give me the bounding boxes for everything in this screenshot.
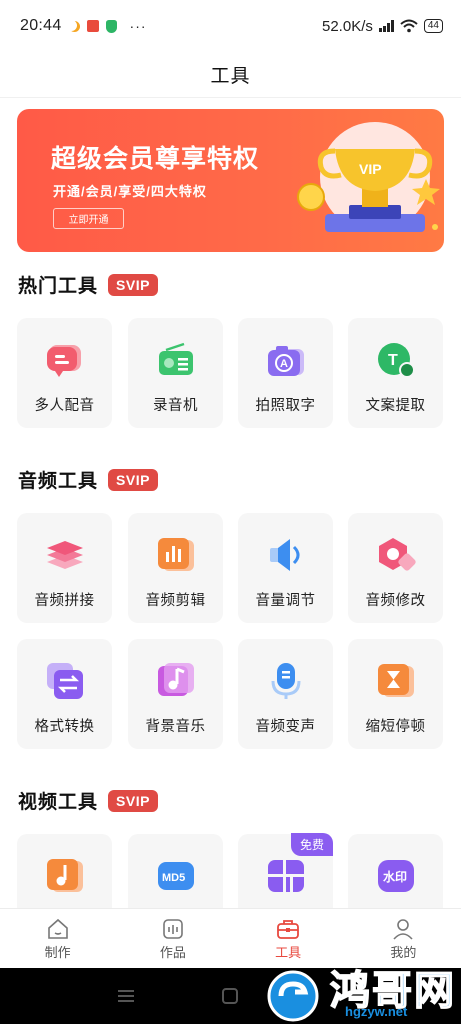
tool-label: 文案提取	[365, 398, 426, 414]
section-title: 音频工具	[18, 471, 99, 492]
tool-shorten-pause[interactable]: 缩短停顿	[348, 639, 443, 749]
section-title: 热门工具	[18, 276, 99, 297]
tool-label: 音量调节	[255, 593, 316, 609]
moon-icon	[69, 21, 80, 32]
microphone-icon	[271, 663, 300, 699]
tool-text-extract[interactable]: T 文案提取	[348, 318, 443, 428]
dubbing-chat-icon	[46, 345, 81, 377]
tool-audio-splice[interactable]: 音频拼接	[17, 513, 112, 623]
open-vip-button[interactable]: 立即开通	[53, 208, 124, 229]
grid-icon	[267, 860, 304, 892]
home-icon	[47, 918, 68, 939]
app-notification-icon	[86, 20, 99, 32]
watermark-icon: 水印	[377, 860, 414, 892]
trophy-icon: VIP	[297, 122, 440, 232]
md5-icon: MD5	[157, 862, 194, 890]
tool-audio-modify[interactable]: 音频修改	[348, 513, 443, 623]
tool-label: 音频剪辑	[145, 593, 206, 609]
battery-icon: 44	[423, 19, 443, 33]
speaker-icon	[269, 539, 299, 571]
tool-label: 音频变声	[255, 719, 316, 735]
status-time: 20:44	[20, 17, 62, 34]
banner-title: 超级会员尊享特权	[51, 145, 260, 173]
tool-recorder[interactable]: 录音机	[128, 318, 223, 428]
audio-tools-header: 音频工具 SVIP	[18, 466, 158, 493]
toolbox-icon	[277, 920, 300, 939]
tool-label: 音频拼接	[34, 593, 95, 609]
audio-bars-icon	[157, 538, 194, 571]
svip-badge: SVIP	[108, 273, 158, 296]
svip-badge: SVIP	[108, 468, 158, 491]
text-extract-icon: T	[377, 343, 415, 378]
tool-background-music[interactable]: 背景音乐	[128, 639, 223, 749]
md5-text: MD5	[162, 872, 185, 884]
radio-recorder-icon	[158, 342, 193, 375]
menu-icon[interactable]	[118, 990, 134, 1002]
network-speed: 52.0K/s	[322, 17, 373, 35]
tool-label: 缩短停顿	[365, 719, 426, 735]
free-badge: 免费	[290, 833, 333, 856]
nav-label: 制作	[44, 945, 71, 960]
status-bar: 20:44 ··· 52.0K/s 44	[0, 0, 461, 52]
svg-text:A: A	[280, 358, 288, 370]
nav-label: 作品	[159, 945, 186, 960]
signal-icon	[378, 20, 394, 32]
tool-voice-change[interactable]: 音频变声	[238, 639, 333, 749]
banner-subtitle: 开通/会员/享受/四大特权	[53, 184, 207, 199]
hexagon-edit-icon	[378, 538, 416, 571]
works-icon	[163, 919, 183, 939]
tool-label: 格式转换	[34, 719, 95, 735]
svg-text:T: T	[388, 352, 398, 369]
camera-text-icon: A	[267, 346, 304, 376]
tool-audio-edit[interactable]: 音频剪辑	[128, 513, 223, 623]
page-title: 工具	[210, 66, 251, 87]
convert-icon	[46, 663, 83, 699]
tool-label: 音频修改	[365, 593, 426, 609]
tool-label: 多人配音	[34, 398, 95, 414]
tool-photo-text[interactable]: A 拍照取字	[238, 318, 333, 428]
layers-icon	[46, 541, 83, 569]
nav-item-works[interactable]: 作品	[115, 909, 230, 968]
nav-label: 工具	[275, 945, 302, 960]
tool-multi-dubbing[interactable]: 多人配音	[17, 318, 112, 428]
watermark-url: hgzyw.net	[345, 1004, 408, 1019]
home-button-icon[interactable]	[222, 988, 238, 1004]
video-tools-header: 视频工具 SVIP	[18, 787, 158, 814]
profile-icon	[393, 919, 413, 940]
tool-label: 录音机	[153, 398, 198, 414]
svip-badge: SVIP	[108, 789, 158, 812]
music-note-icon	[157, 663, 194, 696]
vip-banner[interactable]: 超级会员尊享特权 开通/会员/享受/四大特权 立即开通 VIP	[17, 109, 444, 252]
hourglass-icon	[377, 664, 414, 697]
tool-volume-adjust[interactable]: 音量调节	[238, 513, 333, 623]
video-music-icon	[46, 859, 83, 892]
shield-icon	[105, 19, 117, 33]
page-header: 工具	[0, 52, 461, 98]
tool-format-convert[interactable]: 格式转换	[17, 639, 112, 749]
trophy-vip-text: VIP	[359, 161, 382, 177]
tool-label: 背景音乐	[145, 719, 206, 735]
wifi-icon	[400, 19, 418, 33]
hot-tools-header: 热门工具 SVIP	[18, 271, 158, 298]
nav-item-make[interactable]: 制作	[0, 909, 115, 968]
section-title: 视频工具	[18, 792, 99, 813]
watermark-text: 水印	[383, 869, 407, 884]
more-notifications-icon: ···	[129, 18, 147, 34]
tool-label: 拍照取字	[255, 398, 316, 414]
